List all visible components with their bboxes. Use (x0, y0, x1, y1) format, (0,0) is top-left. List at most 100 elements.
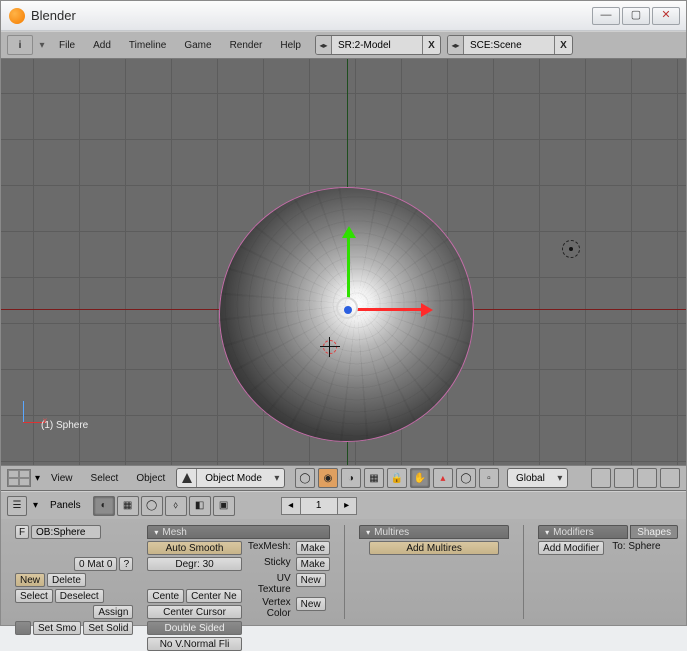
page-prev-button[interactable]: ◂ (281, 497, 301, 515)
manip-rotate-icon[interactable]: ◯ (456, 468, 476, 488)
object-info-overlay: (1) Sphere (41, 420, 88, 431)
gizmo-arrow-x[interactable] (357, 308, 429, 311)
screen-selector-value[interactable]: SR:2-Model (332, 40, 422, 51)
set-solid-button[interactable]: Set Solid (83, 621, 133, 635)
screen-selector-clear-icon[interactable]: X (422, 36, 440, 54)
buttons-window-header: ☰ ▾ Panels ◐ ▦ ◯ ⬨ ◧ ▣ ◂ 1 ▸ (1, 491, 686, 519)
window-title: Blender (31, 8, 592, 23)
maximize-button[interactable]: ▢ (622, 7, 650, 25)
modifiers-panel-header[interactable]: ▾Modifiers (538, 525, 628, 539)
layer-btn-2[interactable] (614, 468, 634, 488)
menu-select[interactable]: Select (84, 471, 126, 486)
proportional-edit-icon[interactable]: ◑ (341, 468, 361, 488)
mesh-panel: ▾Mesh Auto Smooth Degr: 30 Cente Center … (147, 525, 330, 651)
menu-view[interactable]: View (44, 471, 80, 486)
modifiers-panel: ▾Modifiers Shapes Add Modifier To: Spher… (538, 525, 678, 555)
scene-selector[interactable]: ◂▸ SCE:Scene X (447, 35, 573, 55)
layer-btn-1[interactable] (591, 468, 611, 488)
center-button[interactable]: Cente (147, 589, 184, 603)
titlebar: Blender — ▢ ✕ (1, 1, 686, 31)
mat-deselect-button[interactable]: Deselect (55, 589, 104, 603)
mat-help-button[interactable]: ? (119, 557, 133, 571)
pivot-dropdown-icon[interactable]: ◉ (318, 468, 338, 488)
scene-selector-clear-icon[interactable]: X (554, 36, 572, 54)
page-next-button[interactable]: ▸ (337, 497, 357, 515)
header-menu-toggle-icon[interactable]: ▾ (35, 35, 49, 55)
info-icon[interactable]: i (7, 35, 33, 55)
menu-add[interactable]: Add (85, 38, 119, 53)
context-shading-icon[interactable]: ◯ (141, 496, 163, 516)
no-vnormal-flip-toggle[interactable]: No V.Normal Fli (147, 637, 241, 651)
center-cursor-button[interactable]: Center Cursor (147, 605, 241, 619)
object-name-field[interactable]: OB:Sphere (31, 525, 101, 539)
menu-game[interactable]: Game (176, 38, 219, 53)
3d-view-header: ▾ View Select Object Object Mode ▾ ◯ ◉ ◑… (1, 465, 686, 491)
sticky-make-button[interactable]: Make (296, 557, 330, 571)
3d-cursor[interactable] (320, 337, 340, 357)
center-new-button[interactable]: Center Ne (186, 589, 242, 603)
degr-field[interactable]: Degr: 30 (147, 557, 241, 571)
minimize-button[interactable]: — (592, 7, 620, 25)
page-number[interactable]: 1 (301, 497, 337, 515)
collapse-triangle-icon: ▾ (545, 528, 549, 537)
mat-delete-button[interactable]: Delete (47, 573, 86, 587)
lock-icon[interactable]: 🔒 (387, 468, 407, 488)
lamp-object[interactable] (562, 240, 580, 258)
close-button[interactable]: ✕ (652, 7, 680, 25)
auto-smooth-button[interactable]: Auto Smooth (147, 541, 241, 555)
collapse-triangle-icon: ▾ (366, 528, 370, 537)
manip-pointer-icon[interactable]: ✋ (410, 468, 430, 488)
shading-dropdown-icon[interactable]: ◯ (295, 468, 315, 488)
manip-translate-icon[interactable]: ▴ (433, 468, 453, 488)
mode-selector[interactable]: Object Mode ▾ (176, 468, 285, 488)
shapes-tab[interactable]: Shapes (630, 525, 678, 539)
sticky-label: Sticky (244, 557, 294, 571)
texmesh-make-button[interactable]: Make (296, 541, 330, 555)
editor-type-icon[interactable] (7, 469, 31, 487)
menu-file[interactable]: File (51, 38, 83, 53)
editor-type-buttons-icon[interactable]: ☰ (7, 496, 27, 516)
menu-help[interactable]: Help (272, 38, 309, 53)
mat-new-button[interactable]: New (15, 573, 45, 587)
link-f-button[interactable]: F (15, 525, 29, 539)
manip-scale-icon[interactable]: ▫ (479, 468, 499, 488)
layer-btn-4[interactable] (660, 468, 680, 488)
scene-selector-value[interactable]: SCE:Scene (464, 40, 554, 51)
texmesh-label: TexMesh: (244, 541, 294, 555)
add-multires-button[interactable]: Add Multires (369, 541, 499, 555)
panels-expand-icon[interactable]: ▾ (33, 500, 38, 511)
mat-count[interactable]: 0 Mat 0 (74, 557, 117, 571)
layer-btn-3[interactable] (637, 468, 657, 488)
gizmo-center-dot[interactable] (344, 306, 352, 314)
menu-render[interactable]: Render (222, 38, 271, 53)
double-sided-toggle[interactable]: Double Sided (147, 621, 241, 635)
3d-viewport[interactable]: x (1) Sphere (1, 59, 686, 465)
multires-panel: ▾Multires Add Multires (359, 525, 509, 555)
vertex-color-label: Vertex Color (244, 597, 294, 619)
menu-timeline[interactable]: Timeline (121, 38, 174, 53)
orientation-selector[interactable]: Global ▾ (507, 468, 568, 488)
mat-assign-button[interactable]: Assign (93, 605, 133, 619)
vgroup-color-swatch[interactable] (15, 621, 31, 635)
context-editing-icon[interactable]: ◧ (189, 496, 211, 516)
link-materials-panel: F OB:Sphere 0 Mat 0 ? New Delete Select … (15, 525, 133, 635)
context-logic-icon[interactable]: ◐ (93, 496, 115, 516)
screen-selector-dropdown-icon[interactable]: ◂▸ (316, 36, 332, 54)
gizmo-arrow-z[interactable] (347, 231, 350, 299)
layers-icon[interactable]: ▦ (364, 468, 384, 488)
context-script-icon[interactable]: ▦ (117, 496, 139, 516)
context-object-icon[interactable]: ⬨ (165, 496, 187, 516)
screen-selector[interactable]: ◂▸ SR:2-Model X (315, 35, 441, 55)
multires-panel-header[interactable]: ▾Multires (359, 525, 509, 539)
add-modifier-button[interactable]: Add Modifier (538, 541, 604, 555)
vertex-color-new-button[interactable]: New (296, 597, 326, 611)
mesh-panel-header[interactable]: ▾Mesh (147, 525, 330, 539)
scene-selector-dropdown-icon[interactable]: ◂▸ (448, 36, 464, 54)
menu-object[interactable]: Object (129, 471, 172, 486)
blender-app-icon (9, 8, 25, 24)
view-header-expand-icon[interactable]: ▾ (35, 473, 40, 484)
uv-new-button[interactable]: New (296, 573, 326, 587)
set-smooth-button[interactable]: Set Smo (33, 621, 81, 635)
mat-select-button[interactable]: Select (15, 589, 53, 603)
context-scene-icon[interactable]: ▣ (213, 496, 235, 516)
